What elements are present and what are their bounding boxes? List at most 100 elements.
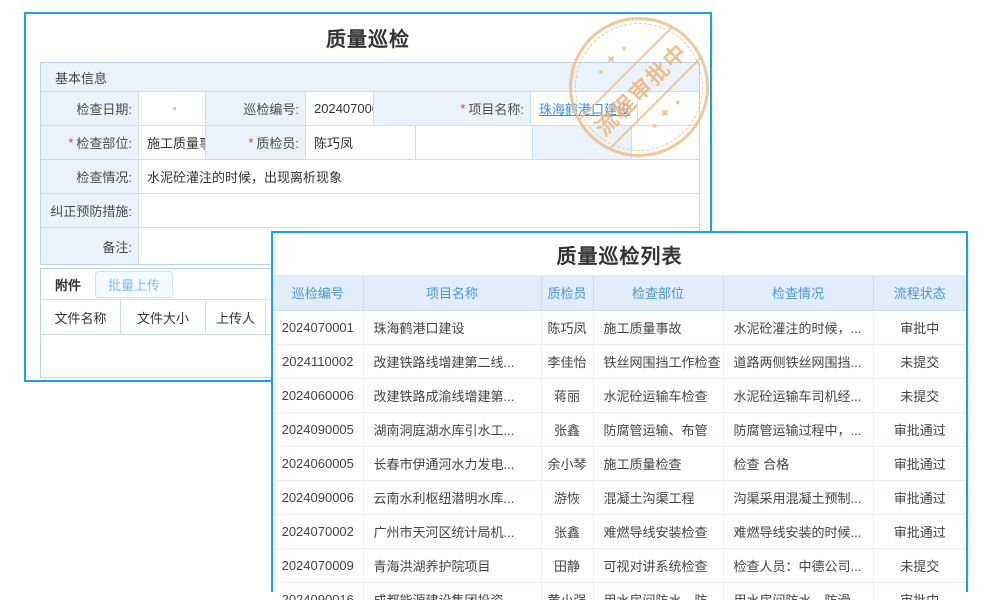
date-placeholder-dot [173,107,176,110]
cell-number[interactable]: 2024090016 [273,583,363,600]
table-header-row: 巡检编号 项目名称 质检员 检查部位 检查情况 流程状态 [273,275,966,311]
cell-situation: 检查 合格 [723,447,873,481]
cell-situation: 用水房间防水、防滑... [723,583,873,600]
part-label-text: 检查部位: [76,133,132,152]
cell-project[interactable]: 长春市伊通河水力发电... [363,447,541,481]
cell-inspector[interactable]: 余小琴 [541,447,593,481]
inspector-label: * 质检员: [206,126,306,159]
cell-inspector[interactable]: 李佳怡 [541,345,593,379]
cell-project[interactable]: 青海洪湖养护院项目 [363,549,541,583]
cell-number[interactable]: 2024090005 [273,413,363,447]
date-label: 检查日期: [41,92,139,125]
cell-status: 审批通过 [873,515,966,549]
cell-situation: 水泥砼运输车司机经... [723,379,873,413]
cell-project[interactable]: 改建铁路线增建第二线... [363,345,541,379]
cell-project[interactable]: 广州市天河区统计局机... [363,515,541,549]
table-row: 2024060006 改建铁路成渝线增建第... 蒋丽 水泥砼运输车检查 水泥砼… [273,379,966,413]
col-header-number: 巡检编号 [273,275,363,311]
required-marker: * [248,135,253,150]
number-field: 202407000 [306,92,374,125]
cell-part: 防腐管运输、布管 [593,413,723,447]
cell-inspector[interactable]: 张鑫 [541,515,593,549]
cell-project[interactable]: 成都能源建设集团投资... [363,583,541,600]
inspector-field[interactable]: 陈巧凤 [306,126,416,159]
cell-number[interactable]: 2024070002 [273,515,363,549]
form-row-situation: 检查情况: 水泥砼灌注的时候，出现离析现象 [41,160,699,194]
form-row-2: * 检查部位: 施工质量事 * 质检员: 陈巧凤 [41,126,699,160]
cell-status: 审批中 [873,311,966,345]
table-row: 2024090005 湖南洞庭湖水库引水工... 张鑫 防腐管运输、布管 防腐管… [273,413,966,447]
cell-project[interactable]: 改建铁路成渝线增建第... [363,379,541,413]
cell-inspector[interactable]: 游恢 [541,481,593,515]
measures-label: 纠正预防措施: [41,194,139,227]
uploader-header: 上传人 [206,300,266,334]
list-title: 质量巡检列表 [273,240,966,269]
cell-project[interactable]: 湖南洞庭湖水库引水工... [363,413,541,447]
cell-number[interactable]: 2024060006 [273,379,363,413]
file-size-header: 文件大小 [121,300,206,334]
form-empty-cell [632,126,699,159]
cell-number[interactable]: 2024060005 [273,447,363,481]
cell-part: 铁丝网围挡工作检查 [593,345,723,379]
part-label: * 检查部位: [41,126,139,159]
page: 质量巡检 基本信息 检查日期: 巡检编号: 202407000 * 项目名称: … [0,0,1000,600]
basic-info-header: 基本信息 [41,63,699,92]
measures-field[interactable] [139,194,699,227]
table-row: 2024060005 长春市伊通河水力发电... 余小琴 施工质量检查 检查 合… [273,447,966,481]
form-title: 质量巡检 [26,23,710,52]
inspection-table: 巡检编号 项目名称 质检员 检查部位 检查情况 流程状态 2024070001 … [273,275,966,600]
cell-inspector[interactable]: 黄小强 [541,583,593,600]
cell-part: 混凝土沟渠工程 [593,481,723,515]
form-empty-cell [416,126,533,159]
date-field[interactable] [139,92,206,125]
batch-upload-button[interactable]: 批量上传 [95,271,173,298]
col-header-part: 检查部位 [593,275,723,311]
table-row: 2024110002 改建铁路线增建第二线... 李佳怡 铁丝网围挡工作检查 道… [273,345,966,379]
table-row: 2024090006 云南水利枢纽潜明水库... 游恢 混凝土沟渠工程 沟渠采用… [273,481,966,515]
part-field[interactable]: 施工质量事 [139,126,206,159]
cell-inspector[interactable]: 陈巧凤 [541,311,593,345]
cell-situation: 防腐管运输过程中，... [723,413,873,447]
project-link[interactable]: 珠海鹤港口建设 [539,99,630,118]
cell-number[interactable]: 2024070001 [273,311,363,345]
attachment-label: 附件 [55,275,81,294]
cell-status: 未提交 [873,549,966,583]
situation-field[interactable]: 水泥砼灌注的时候，出现离析现象 [139,160,699,193]
cell-number[interactable]: 2024110002 [273,345,363,379]
file-name-header: 文件名称 [41,300,121,334]
project-label-text: 项目名称: [468,99,524,118]
inspection-list-panel: 质量巡检列表 巡检编号 项目名称 质检员 检查部位 检查情况 流程状态 2024… [271,231,968,592]
cell-status: 未提交 [873,345,966,379]
cell-status: 审批中 [873,583,966,600]
col-header-inspector: 质检员 [541,275,593,311]
col-header-status: 流程状态 [873,275,966,311]
form-row-1: 检查日期: 巡检编号: 202407000 * 项目名称: 珠海鹤港口建设 [41,92,699,126]
cell-part: 水泥砼运输车检查 [593,379,723,413]
required-marker: * [68,135,73,150]
table-row: 2024090016 成都能源建设集团投资... 黄小强 用水房间防水、防...… [273,583,966,600]
form-empty-label-cell [533,126,632,159]
cell-inspector[interactable]: 张鑫 [541,413,593,447]
cell-part: 可视对讲系统检查 [593,549,723,583]
cell-project[interactable]: 珠海鹤港口建设 [363,311,541,345]
cell-situation: 检查人员：中德公司... [723,549,873,583]
inspector-label-text: 质检员: [256,133,299,152]
cell-number[interactable]: 2024090006 [273,481,363,515]
cell-project[interactable]: 云南水利枢纽潜明水库... [363,481,541,515]
form-row-measures: 纠正预防措施: [41,194,699,228]
cell-inspector[interactable]: 蒋丽 [541,379,593,413]
situation-label: 检查情况: [41,160,139,193]
cell-situation: 难燃导线安装的时候... [723,515,873,549]
table-row: 2024070002 广州市天河区统计局机... 张鑫 难燃导线安装检查 难燃导… [273,515,966,549]
cell-part: 施工质量检查 [593,447,723,481]
cell-number[interactable]: 2024070009 [273,549,363,583]
form-empty-cell [638,92,699,125]
remark-label: 备注: [41,228,139,264]
cell-inspector[interactable]: 田静 [541,549,593,583]
project-label: * 项目名称: [374,92,531,125]
table-row: 2024070001 珠海鹤港口建设 陈巧凤 施工质量事故 水泥砼灌注的时候，.… [273,311,966,345]
cell-status: 未提交 [873,379,966,413]
cell-part: 施工质量事故 [593,311,723,345]
cell-part: 用水房间防水、防... [593,583,723,600]
col-header-project: 项目名称 [363,275,541,311]
